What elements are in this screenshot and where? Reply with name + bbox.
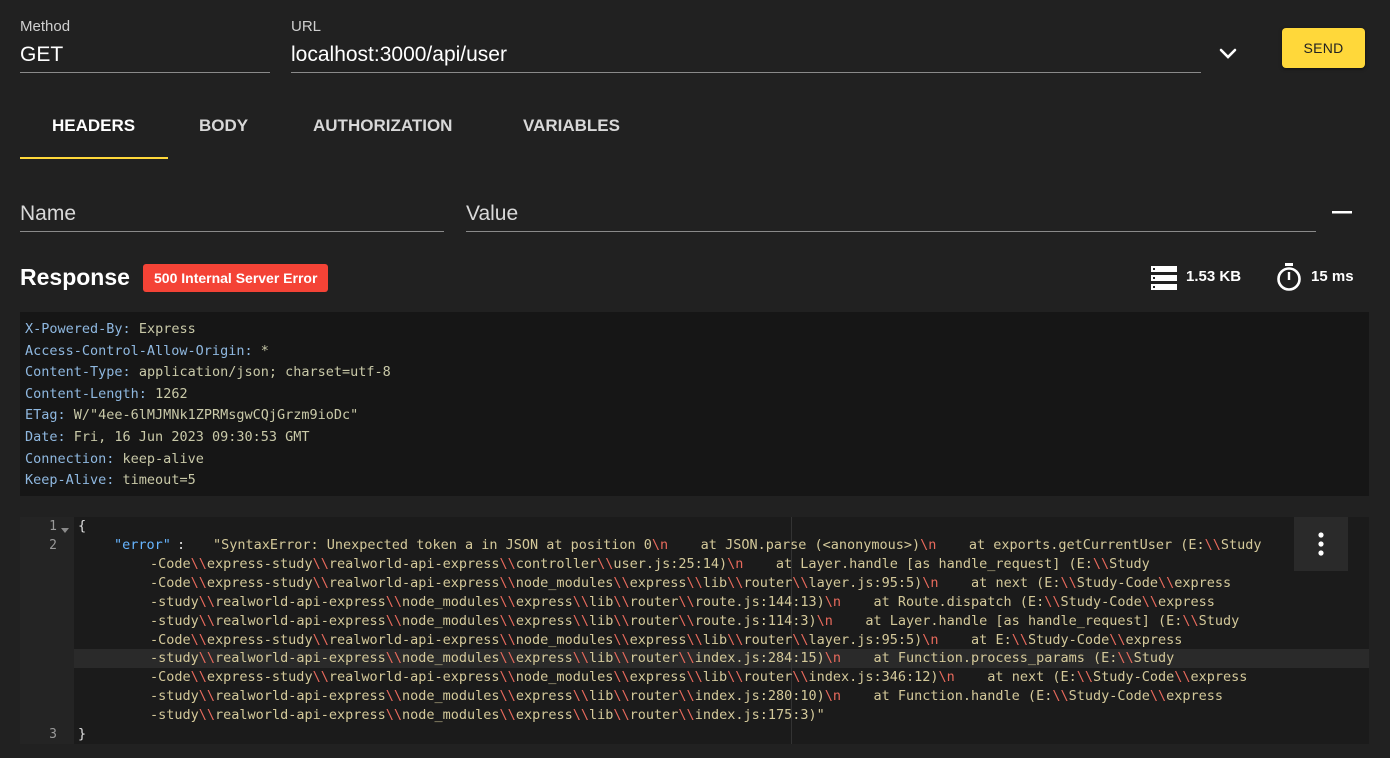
code-wrapped-line: -Code\\express-study\\realworld-api-expr… bbox=[150, 631, 1183, 648]
url-underline bbox=[291, 72, 1201, 73]
tab-authorization[interactable]: AUTHORIZATION bbox=[313, 116, 452, 136]
response-header-key: Connection bbox=[25, 450, 107, 467]
code-wrapped-line: -Code\\express-study\\realworld-api-expr… bbox=[150, 574, 1232, 591]
active-tab-indicator bbox=[20, 157, 168, 159]
response-body-editor[interactable]: 1 2 3 { "error" : "SyntaxError: Unexpect… bbox=[20, 517, 1369, 744]
response-header-value: timeout=5 bbox=[122, 472, 196, 489]
response-header-key: Keep-Alive bbox=[25, 472, 107, 489]
response-header-value: 1262 bbox=[155, 385, 188, 402]
code-open-brace: { bbox=[78, 518, 87, 534]
code-wrapped-line: -study\\realworld-api-express\\node_modu… bbox=[150, 707, 825, 724]
url-input[interactable]: localhost:3000/api/user bbox=[291, 43, 507, 67]
response-header-value: Fri, 16 Jun 2023 09:30:53 GMT bbox=[73, 429, 310, 445]
response-header-row: Date: Fri, 16 Jun 2023 09:30:53 GMT bbox=[25, 429, 310, 445]
line-number: 2 bbox=[49, 538, 57, 553]
header-name-underline bbox=[20, 231, 444, 232]
response-header-key: ETag bbox=[25, 407, 58, 424]
status-badge: 500 Internal Server Error bbox=[143, 264, 329, 292]
header-name-input[interactable]: Name bbox=[20, 202, 76, 226]
code-json-key: "error" bbox=[114, 537, 171, 553]
response-header-value: * bbox=[260, 342, 269, 359]
response-header-row: Connection: keep-alive bbox=[25, 450, 204, 467]
send-button[interactable]: SEND bbox=[1282, 28, 1365, 68]
response-header-value: keep-alive bbox=[122, 450, 204, 467]
response-header-key: Access-Control-Allow-Origin bbox=[25, 342, 245, 359]
line-number-gutter bbox=[20, 517, 74, 744]
response-header-row: Content-Length: 1262 bbox=[25, 385, 188, 402]
line-number: 1 bbox=[49, 519, 57, 534]
method-select[interactable]: GET bbox=[20, 43, 63, 67]
more-options-button[interactable] bbox=[1294, 517, 1348, 571]
chevron-down-icon[interactable] bbox=[1217, 42, 1239, 64]
tab-headers[interactable]: HEADERS bbox=[52, 116, 135, 136]
response-header-row: Access-Control-Allow-Origin: * bbox=[25, 342, 269, 359]
more-vertical-icon bbox=[1318, 532, 1324, 556]
fold-caret-icon[interactable] bbox=[61, 523, 69, 533]
timer-icon bbox=[1276, 262, 1302, 292]
storage-icon bbox=[1150, 265, 1178, 291]
response-header-value: W/"4ee-6lMJMNk1ZPRMsgwCQjGrzm9ioDc" bbox=[73, 407, 359, 424]
code-colon: : bbox=[177, 537, 186, 553]
header-value-input[interactable]: Value bbox=[466, 202, 518, 226]
response-size: 1.53 KB bbox=[1186, 268, 1242, 285]
minus-icon[interactable] bbox=[1331, 201, 1353, 223]
response-title: Response bbox=[20, 264, 130, 290]
response-headers-panel: X-Powered-By: Express Access-Control-Allo… bbox=[20, 312, 1369, 496]
response-header-key: Content-Length bbox=[25, 385, 139, 402]
response-header-row: ETag: W/"4ee-6lMJMNk1ZPRMsgwCQjGrzm9ioDc… bbox=[25, 407, 359, 424]
response-header-value: Express bbox=[138, 321, 196, 337]
response-header-row: X-Powered-By: Express bbox=[25, 321, 196, 337]
tab-body[interactable]: BODY bbox=[199, 116, 248, 136]
code-wrapped-line: -study\\realworld-api-express\\node_modu… bbox=[150, 688, 1224, 705]
code-wrapped-line: -Code\\express-study\\realworld-api-expr… bbox=[150, 555, 1150, 572]
response-header-row: Content-Type: application/json; charset=… bbox=[25, 364, 391, 381]
code-close-brace: } bbox=[78, 726, 87, 742]
code-wrapped-line: -study\\realworld-api-express\\node_modu… bbox=[150, 650, 1175, 667]
response-header-key: Content-Type bbox=[25, 364, 123, 381]
method-label: Method bbox=[20, 18, 71, 35]
response-header-row: Keep-Alive: timeout=5 bbox=[25, 472, 196, 489]
response-header-value: application/json; charset=utf-8 bbox=[138, 364, 391, 381]
header-value-underline bbox=[466, 231, 1316, 232]
code-wrapped-line: -Code\\express-study\\realworld-api-expr… bbox=[150, 669, 1248, 686]
code-wrapped-line: -study\\realworld-api-express\\node_modu… bbox=[150, 593, 1215, 610]
response-time: 15 ms bbox=[1311, 268, 1354, 285]
method-underline bbox=[20, 72, 270, 73]
response-header-key: Date bbox=[25, 429, 58, 445]
url-label: URL bbox=[291, 18, 322, 35]
tab-variables[interactable]: VARIABLES bbox=[523, 116, 620, 136]
response-header-key: X-Powered-By bbox=[25, 321, 123, 337]
code-wrapped-line: "SyntaxError: Unexpected token a in JSON… bbox=[213, 537, 1262, 553]
code-wrapped-line: -study\\realworld-api-express\\node_modu… bbox=[150, 612, 1240, 629]
line-number: 3 bbox=[49, 727, 57, 742]
